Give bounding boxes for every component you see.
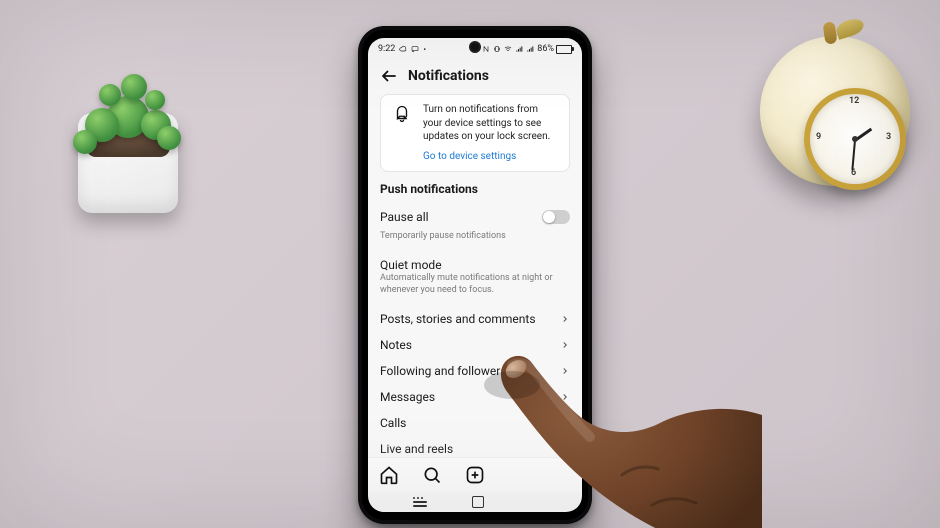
- content-area: Turn on notifications from your device s…: [368, 92, 582, 457]
- menu-label: Notes: [380, 338, 412, 352]
- bottom-nav: [368, 457, 582, 492]
- android-nav-bar: [368, 492, 582, 512]
- phone-device: 9:22 •: [358, 26, 592, 524]
- planter-prop: [63, 38, 193, 218]
- menu-label: Messages: [380, 390, 435, 404]
- menu-notes[interactable]: Notes: [380, 332, 570, 358]
- nav-create[interactable]: [464, 464, 486, 486]
- status-time: 9:22: [378, 44, 395, 54]
- pause-all-desc: Temporarily pause notifications: [380, 230, 570, 242]
- nfc-icon: [482, 45, 490, 53]
- menu-label: Following and followers: [380, 364, 507, 378]
- device-settings-link[interactable]: Go to device settings: [423, 151, 516, 162]
- chevron-right-icon: [560, 418, 570, 428]
- menu-label: Posts, stories and comments: [380, 312, 536, 326]
- app-header: Notifications: [368, 60, 582, 92]
- battery-indicator: 86%: [537, 44, 572, 54]
- quiet-mode-label: Quiet mode: [380, 258, 442, 272]
- front-camera: [471, 43, 479, 51]
- cast-icon: [411, 45, 419, 53]
- pause-all-toggle[interactable]: [542, 210, 570, 224]
- quiet-mode-row[interactable]: Quiet mode: [380, 250, 570, 274]
- chevron-right-icon: [560, 392, 570, 402]
- home-button[interactable]: [472, 496, 484, 508]
- menu-calls[interactable]: Calls: [380, 410, 570, 436]
- back-button[interactable]: [380, 67, 398, 85]
- chevron-right-icon: [560, 340, 570, 350]
- vibrate-icon: [493, 45, 501, 53]
- menu-label: Live and reels: [380, 442, 453, 456]
- battery-percent: 86%: [537, 44, 554, 54]
- page-title: Notifications: [408, 68, 489, 84]
- signal-icon: [515, 45, 523, 53]
- apple-clock-prop: 12 3 6 9: [760, 18, 910, 218]
- wifi-icon: [504, 45, 512, 53]
- menu-posts-stories-comments[interactable]: Posts, stories and comments: [380, 306, 570, 332]
- phone-screen: 9:22 •: [368, 38, 582, 512]
- menu-live-reels[interactable]: Live and reels: [380, 436, 570, 457]
- chevron-right-icon: [560, 314, 570, 324]
- pause-all-row[interactable]: Pause all: [380, 202, 570, 232]
- nav-search[interactable]: [421, 464, 443, 486]
- quiet-mode-desc: Automatically mute notifications at nigh…: [380, 272, 570, 296]
- more-indicator: •: [423, 45, 426, 54]
- recents-button[interactable]: [413, 497, 427, 507]
- signal2-icon: [526, 45, 534, 53]
- chevron-right-icon: [560, 366, 570, 376]
- pause-all-label: Pause all: [380, 210, 429, 224]
- section-push-notifications: Push notifications: [380, 182, 570, 196]
- banner-text: Turn on notifications from your device s…: [423, 103, 559, 144]
- menu-following-followers[interactable]: Following and followers: [380, 358, 570, 384]
- desk-surface: 12 3 6 9 9:22: [0, 0, 940, 528]
- menu-label: Calls: [380, 416, 406, 430]
- menu-messages[interactable]: Messages: [380, 384, 570, 410]
- cloud-icon: [399, 45, 407, 53]
- bell-icon: [391, 103, 413, 125]
- device-notification-banner[interactable]: Turn on notifications from your device s…: [380, 94, 570, 172]
- nav-home[interactable]: [378, 464, 400, 486]
